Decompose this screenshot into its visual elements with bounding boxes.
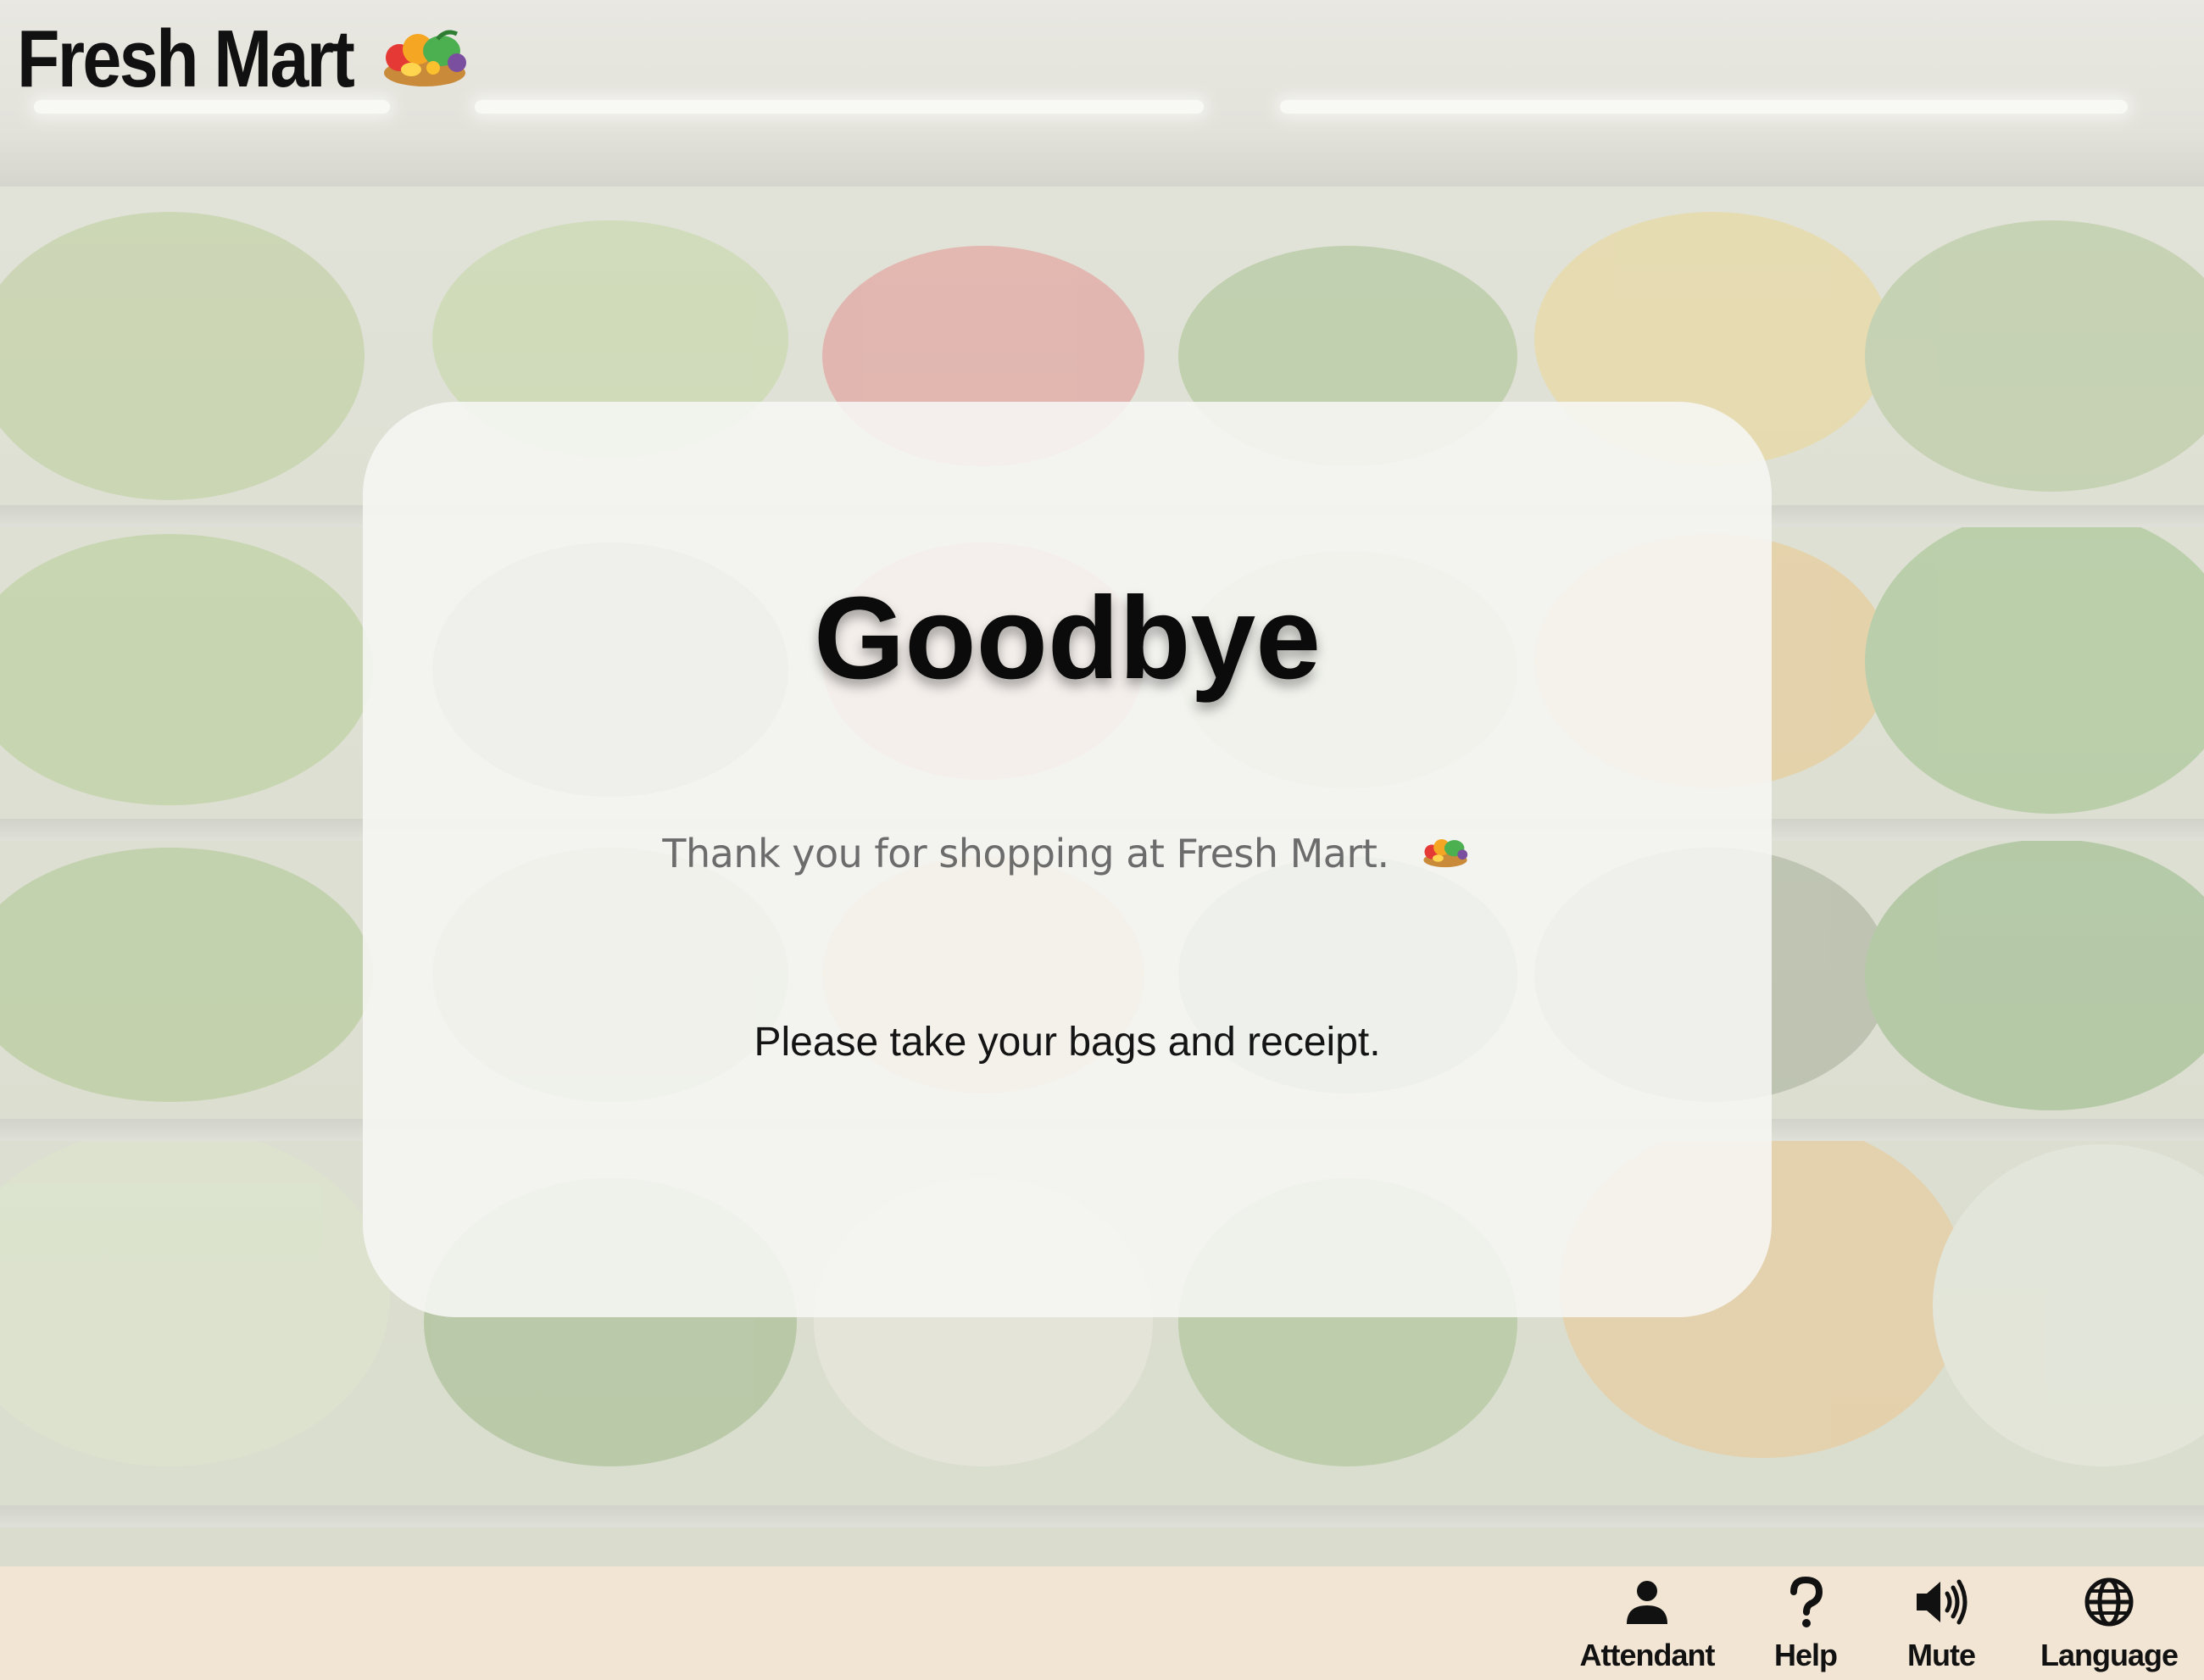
- brand-name: Fresh Mart: [17, 14, 355, 104]
- speaker-icon: [1911, 1572, 1972, 1633]
- mute-label: Mute: [1907, 1638, 1976, 1672]
- help-label: Help: [1773, 1638, 1838, 1672]
- thank-you-message: Thank you for shopping at Fresh Mart.: [363, 831, 1772, 876]
- thank-you-text: Thank you for shopping at Fresh Mart.: [662, 831, 1389, 876]
- produce-basket-icon: [1418, 833, 1472, 875]
- take-bags-instruction: Please take your bags and receipt.: [754, 1020, 1381, 1065]
- person-icon: [1617, 1572, 1678, 1633]
- language-button[interactable]: Language: [2031, 1566, 2187, 1680]
- help-button[interactable]: Help: [1755, 1566, 1856, 1680]
- attendant-label: Attendant: [1579, 1638, 1716, 1672]
- language-label: Language: [2040, 1638, 2179, 1672]
- globe-icon: [2079, 1572, 2140, 1633]
- attendant-button[interactable]: Attendant: [1575, 1566, 1719, 1680]
- goodbye-title: Goodbye: [813, 573, 1322, 704]
- mute-button[interactable]: Mute: [1890, 1566, 1992, 1680]
- brand-logo: Fresh Mart: [17, 19, 476, 100]
- question-icon: [1775, 1572, 1836, 1633]
- produce-basket-icon: [374, 24, 476, 96]
- bottom-toolbar: Attendant Help Mute Language: [0, 1566, 2204, 1680]
- goodbye-card: Goodbye Thank you for shopping at Fresh …: [363, 402, 1772, 1317]
